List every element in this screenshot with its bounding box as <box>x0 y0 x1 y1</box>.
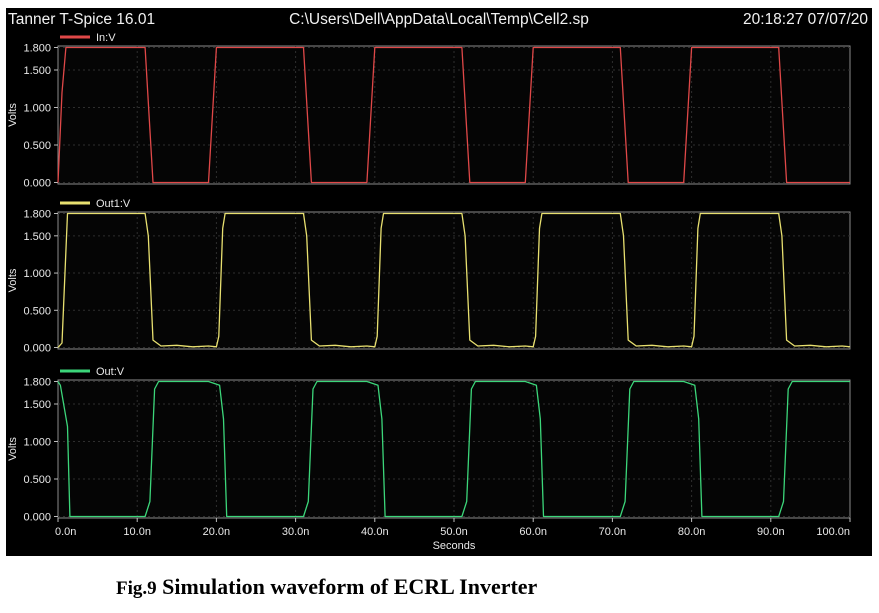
x-tick-label: 30.0n <box>282 526 310 538</box>
y-tick-label: 1.000 <box>23 268 51 280</box>
x-tick-label: 100.0n <box>816 526 850 538</box>
figure-label: Fig.9 <box>116 578 157 599</box>
y-tick-label: 1.800 <box>23 208 51 220</box>
y-tick-label: 0.500 <box>23 305 51 317</box>
x-tick-label: 60.0n <box>519 526 547 538</box>
x-tick-label: 70.0n <box>599 526 627 538</box>
y-tick-label: 0.500 <box>23 474 51 486</box>
x-tick-label: 10.0n <box>123 526 151 538</box>
caption-text: Simulation waveform of ECRL Inverter <box>162 574 538 599</box>
y-axis-label: Volts <box>7 268 19 292</box>
y-tick-label: 1.800 <box>23 377 51 389</box>
legend-label: In:V <box>96 32 116 44</box>
waveform-viewer: Tanner T-Spice 16.01 C:\Users\Dell\AppDa… <box>6 8 872 556</box>
y-axis-label: Volts <box>7 437 19 461</box>
x-tick-label: 50.0n <box>440 526 468 538</box>
y-tick-label: 0.000 <box>23 178 51 190</box>
y-tick-label: 1.500 <box>23 399 51 411</box>
x-tick-label: 90.0n <box>757 526 785 538</box>
x-tick-label: 20.0n <box>203 526 231 538</box>
y-tick-label: 1.500 <box>23 65 51 77</box>
x-axis-label: Seconds <box>433 540 476 552</box>
y-tick-label: 1.000 <box>23 103 51 115</box>
legend-label: Out1:V <box>96 198 131 210</box>
y-tick-label: 0.000 <box>23 512 51 524</box>
legend-label: Out:V <box>96 366 125 378</box>
x-tick-label: 0.0n <box>55 526 76 538</box>
y-tick-label: 1.000 <box>23 437 51 449</box>
y-axis-label: Volts <box>7 103 19 127</box>
x-tick-label: 80.0n <box>678 526 706 538</box>
figure-caption: Fig.9 Simulation waveform of ECRL Invert… <box>116 574 537 600</box>
y-tick-label: 0.500 <box>23 140 51 152</box>
y-tick-label: 0.000 <box>23 343 51 355</box>
x-tick-label: 40.0n <box>361 526 389 538</box>
y-tick-label: 1.500 <box>23 231 51 243</box>
waveform-plots: 1.800 1.500 1.000 0.500 0.000 Volts In:V 1.800 1… <box>7 32 851 552</box>
y-tick-label: 1.800 <box>23 43 51 55</box>
